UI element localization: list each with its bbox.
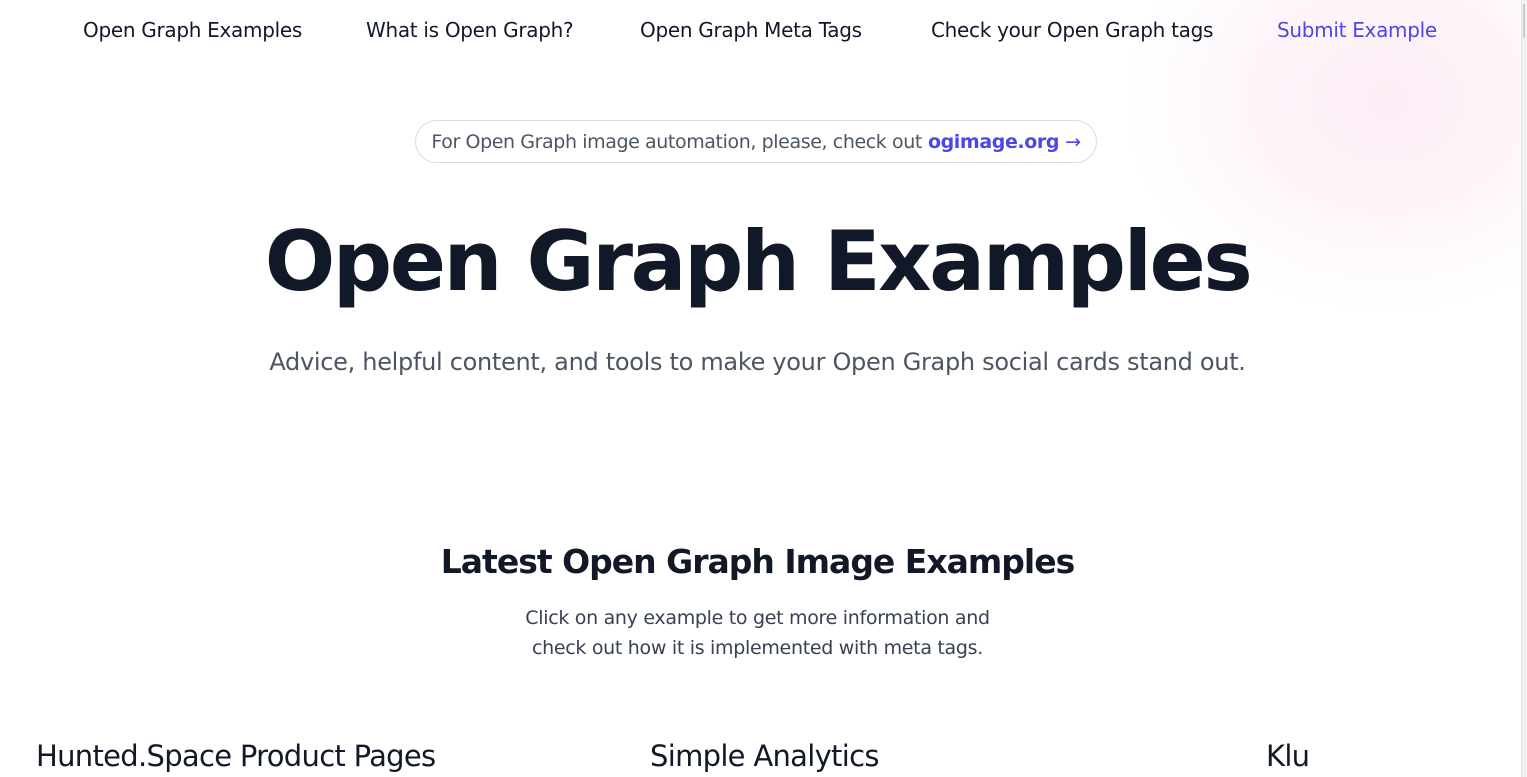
announcement-text: For Open Graph image automation, please,… [431,130,922,153]
page-subtitle: Advice, helpful content, and tools to ma… [269,348,1246,376]
example-card-title[interactable]: Simple Analytics [650,737,879,775]
nav-open-graph-meta-tags[interactable]: Open Graph Meta Tags [640,16,862,44]
description-line-2: check out how it is implemented with met… [531,637,984,659]
page-title: Open Graph Examples [264,213,1253,310]
scrollbar[interactable] [1521,0,1527,777]
nav-check-open-graph-tags[interactable]: Check your Open Graph tags [931,16,1213,44]
latest-examples-heading: Latest Open Graph Image Examples [440,542,1076,581]
nav-what-is-open-graph[interactable]: What is Open Graph? [366,16,574,44]
announcement-banner: For Open Graph image automation, please,… [415,120,1097,163]
scrollbar-thumb[interactable] [1523,4,1525,38]
nav-submit-example[interactable]: Submit Example [1277,16,1437,44]
page: Open Graph Examples What is Open Graph? … [0,0,1527,777]
latest-examples-description: Click on any example to get more informa… [0,603,1515,663]
example-card-title[interactable]: Hunted.Space Product Pages [36,737,436,775]
arrow-right-icon: → [1065,130,1081,153]
ogimage-link[interactable]: ogimage.org [928,131,1060,153]
description-line-1: Click on any example to get more informa… [525,607,990,629]
example-card-title[interactable]: Klu [1266,737,1310,775]
nav-open-graph-examples[interactable]: Open Graph Examples [83,16,302,44]
